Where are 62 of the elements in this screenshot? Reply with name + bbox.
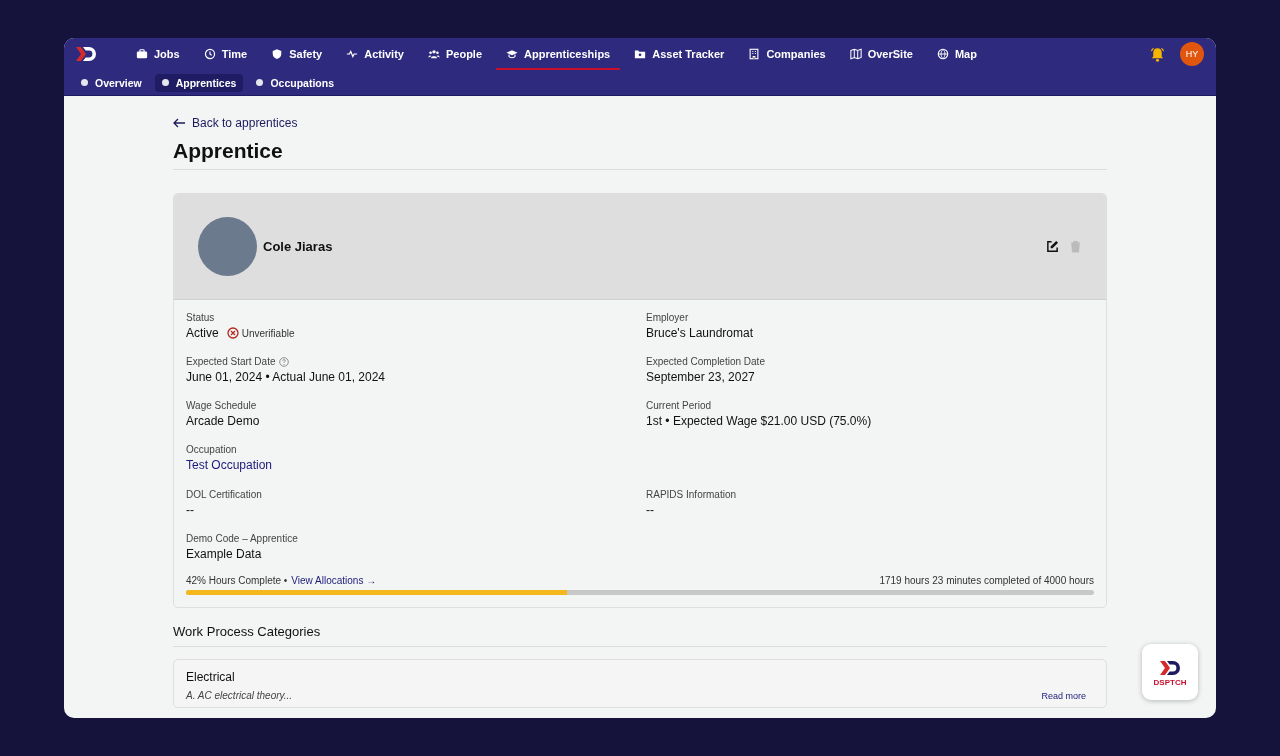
nav-tab[interactable]: Apprenticeships [496, 40, 621, 70]
subnav-tab[interactable]: Apprentices [154, 73, 244, 92]
user-avatar[interactable]: HY [1180, 42, 1204, 66]
field-label: RAPIDS Information [646, 489, 737, 500]
nav-tab[interactable]: Asset Tracker [624, 40, 735, 70]
progress-percent: 42% Hours Complete • [186, 575, 288, 586]
arrow-left-icon [173, 118, 186, 128]
apprentice-name: Cole Jiaras [263, 239, 334, 254]
nav-icon [136, 48, 148, 60]
nav-icon [748, 48, 761, 60]
nav-icon [271, 48, 284, 60]
nav-tab[interactable]: Activity [336, 40, 414, 70]
field-label: Expected Start Date [186, 356, 276, 367]
field-label: Current Period [646, 400, 712, 411]
nav-tab[interactable]: Time [193, 40, 258, 70]
field-value: Bruce's Laundromat [646, 326, 753, 340]
category-title: Electrical [186, 670, 236, 684]
nav-icon [634, 48, 647, 60]
field-value: -- [186, 503, 194, 517]
field-value: Active [186, 326, 219, 340]
error-circle-icon [226, 327, 239, 339]
field-value: June 01, 2024 • Actual June 01, 2024 [186, 370, 386, 384]
page-title: Apprentice [173, 139, 1107, 170]
verification-status: Unverifiable [241, 327, 295, 339]
nav-tab[interactable]: OverSite [839, 40, 923, 70]
hours-summary: 1719 hours 23 minutes completed of 4000 hours [879, 575, 1094, 586]
nav-icon [506, 48, 519, 60]
nav-icon [427, 48, 440, 60]
field-value: Arcade Demo [186, 414, 260, 428]
nav-tab[interactable]: Safety [261, 40, 333, 70]
read-more-link[interactable]: Read more [1041, 691, 1086, 701]
field-label: Wage Schedule [186, 400, 257, 411]
field-value: September 23, 2027 [646, 370, 755, 384]
subnav-tab[interactable]: Overview [74, 73, 149, 92]
nav-icon [936, 48, 949, 60]
nav-tab[interactable]: Jobs [126, 40, 190, 70]
app-logo-icon[interactable] [74, 44, 98, 64]
nav-tab[interactable]: People [417, 40, 493, 70]
help-icon[interactable] [278, 356, 289, 367]
subnav-tab[interactable]: Occupations [249, 73, 341, 92]
field-value: Example Data [186, 547, 262, 561]
field-label: Occupation [186, 444, 237, 455]
section-title: Work Process Categories [173, 624, 1107, 647]
field-label: DOL Certification [186, 489, 262, 500]
nav-tab[interactable]: Map [926, 40, 987, 70]
nav-icon [203, 48, 216, 60]
view-allocations-link[interactable]: View Allocations → [291, 575, 377, 586]
field-value: 1st • Expected Wage $21.00 USD (75.0%) [646, 414, 872, 428]
occupation-link[interactable]: Test Occupation [186, 458, 273, 472]
nav-tab[interactable]: Companies [738, 40, 836, 70]
bell-icon[interactable] [1149, 45, 1166, 63]
nav-icon [849, 48, 862, 60]
field-label: Demo Code – Apprentice [186, 533, 298, 544]
nav-icon [346, 48, 359, 60]
back-link[interactable]: Back to apprentices [173, 116, 298, 130]
category-description: A. AC electrical theory... [186, 690, 293, 701]
field-value: -- [646, 503, 654, 517]
field-label: Status [186, 312, 215, 323]
app-launcher-button[interactable]: DSPTCH [1142, 644, 1198, 700]
field-label: Expected Completion Date [646, 356, 765, 367]
field-label: Employer [646, 312, 689, 323]
edit-icon[interactable] [1046, 240, 1059, 253]
